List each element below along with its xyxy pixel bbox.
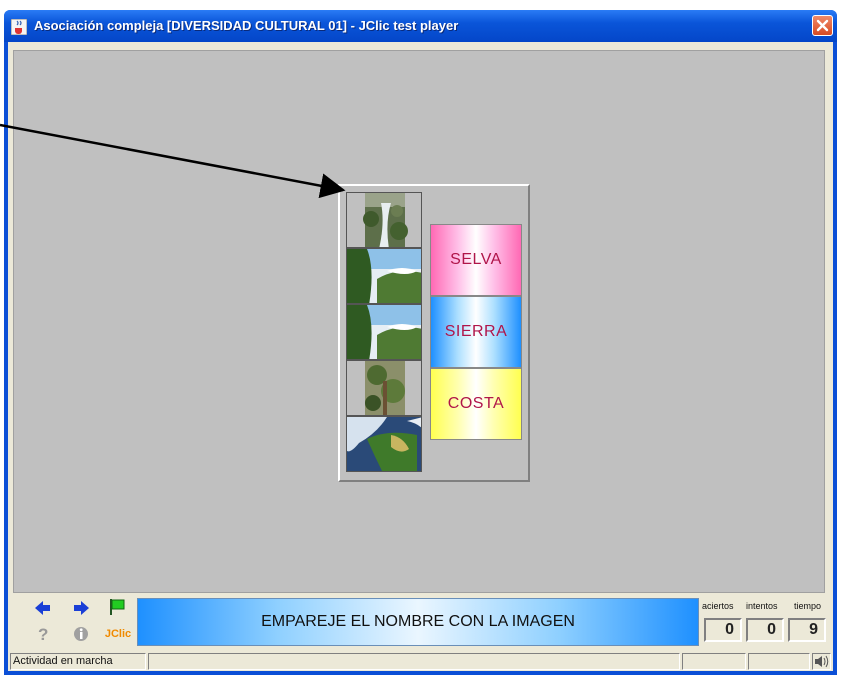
status-bar: Actividad en marcha — [8, 652, 833, 671]
activity-board: SELVA SIERRA COSTA — [338, 184, 530, 482]
arrow-right-icon — [74, 601, 89, 615]
sound-button[interactable] — [812, 653, 831, 670]
speaker-icon — [815, 655, 829, 668]
activity-stage: SELVA SIERRA COSTA — [13, 50, 825, 593]
window-title: Asociación compleja [DIVERSIDAD CULTURAL… — [34, 18, 459, 33]
mountain-valley-image[interactable] — [346, 248, 422, 304]
peru-map-image[interactable] — [346, 416, 422, 472]
waterfall-forest-image[interactable] — [346, 192, 422, 248]
counter-tiempo: 9 — [788, 618, 826, 642]
message-box: EMPAREJE EL NOMBRE CON LA IMAGEN — [137, 598, 699, 646]
reset-button[interactable] — [106, 596, 128, 616]
status-field-2 — [682, 653, 746, 670]
green-flag-icon — [110, 599, 125, 615]
counter-label-tiempo: tiempo — [794, 601, 822, 611]
info-button[interactable] — [70, 624, 92, 644]
status-field-1 — [148, 653, 680, 670]
question-icon: ? — [38, 625, 48, 643]
info-icon — [74, 627, 88, 641]
counter-intentos: 0 — [746, 618, 784, 642]
jclic-button[interactable]: JClic — [103, 624, 133, 644]
prev-button[interactable] — [32, 598, 54, 618]
counter-label-aciertos: aciertos — [702, 601, 734, 611]
close-button[interactable] — [812, 15, 833, 36]
title-bar[interactable]: Asociación compleja [DIVERSIDAD CULTURAL… — [4, 10, 837, 42]
jclic-logo: JClic — [104, 628, 132, 640]
counter-label-intentos: intentos — [746, 601, 778, 611]
counter-aciertos: 0 — [704, 618, 742, 642]
counters-panel: aciertos intentos tiempo 0 0 9 — [702, 598, 828, 648]
word-costa[interactable]: COSTA — [430, 368, 522, 440]
java-cup-icon — [11, 19, 27, 35]
client-area: SELVA SIERRA COSTA ? JClic EMPAREJE EL N… — [8, 42, 833, 671]
word-selva[interactable]: SELVA — [430, 224, 522, 296]
app-window: Asociación compleja [DIVERSIDAD CULTURAL… — [4, 10, 837, 675]
control-panel: ? JClic EMPAREJE EL NOMBRE CON LA IMAGEN… — [8, 594, 833, 652]
arrow-left-icon — [35, 601, 50, 615]
next-button[interactable] — [70, 598, 92, 618]
mountain-valley-image-2[interactable] — [346, 304, 422, 360]
help-button[interactable]: ? — [32, 624, 54, 644]
close-icon — [816, 19, 829, 32]
message-text: EMPAREJE EL NOMBRE CON LA IMAGEN — [261, 613, 575, 630]
svg-text:?: ? — [38, 625, 48, 643]
forest-trees-image[interactable] — [346, 360, 422, 416]
word-sierra[interactable]: SIERRA — [430, 296, 522, 368]
status-text: Actividad en marcha — [10, 653, 146, 670]
status-field-3 — [748, 653, 810, 670]
